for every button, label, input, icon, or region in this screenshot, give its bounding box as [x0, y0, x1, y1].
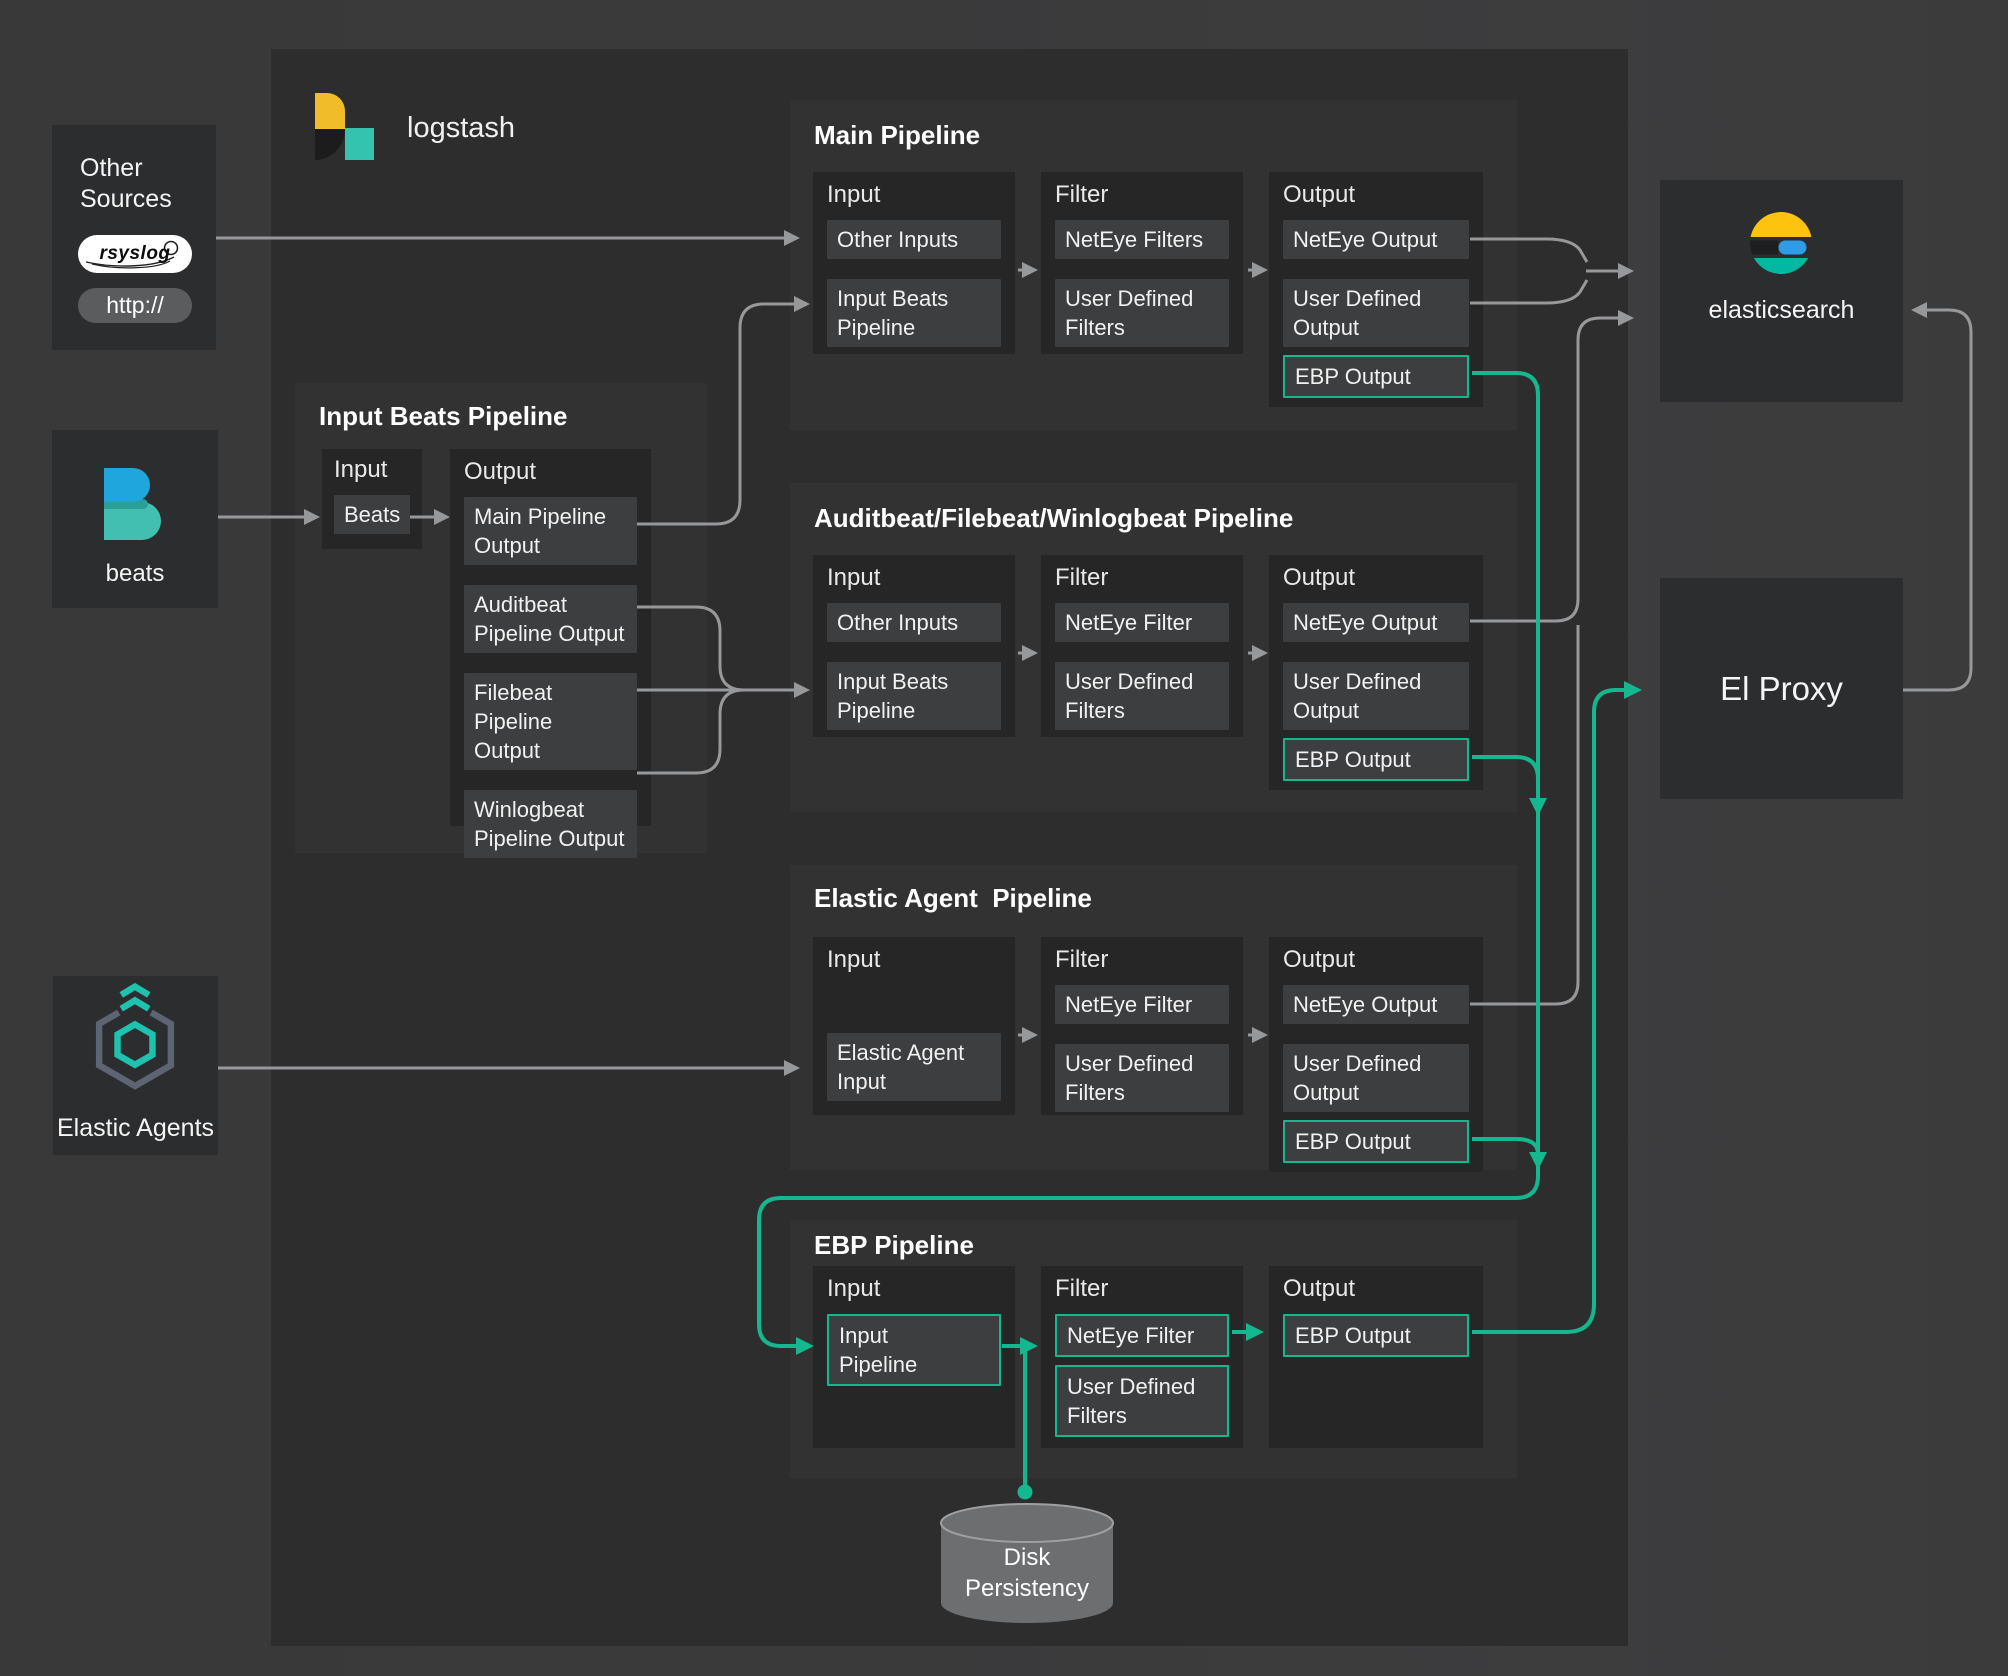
teal-audit-ebp-output-join [1472, 755, 1547, 816]
line-main-userdef-output-merge [1470, 279, 1589, 305]
arrow-mpo-to-main-input [637, 296, 810, 526]
teal-disk-endpoint-dot [1017, 1484, 1033, 1500]
teal-ebp-output-to-elproxy [1472, 681, 1642, 1334]
line-main-neteye-output-merge [1470, 237, 1589, 263]
teal-agent-ebp-output-join [1472, 1137, 1547, 1170]
teal-ebp-merge-to-ebp-pipeline [757, 371, 1540, 1355]
rsyslog-label: rsyslog [99, 243, 171, 264]
connector-lines [216, 230, 1973, 1500]
diagram-canvas: logstash Other Sources rsyslog http:// b… [0, 0, 2008, 1676]
arrow-elproxy-to-elasticsearch [1903, 302, 1973, 692]
line-auditbeat-output-join [637, 605, 790, 692]
line-winlogbeat-output-join [637, 688, 790, 775]
arrow-audit-neteye-to-elasticsearch [1470, 310, 1634, 623]
line-agent-neteye-join [1470, 625, 1580, 1006]
